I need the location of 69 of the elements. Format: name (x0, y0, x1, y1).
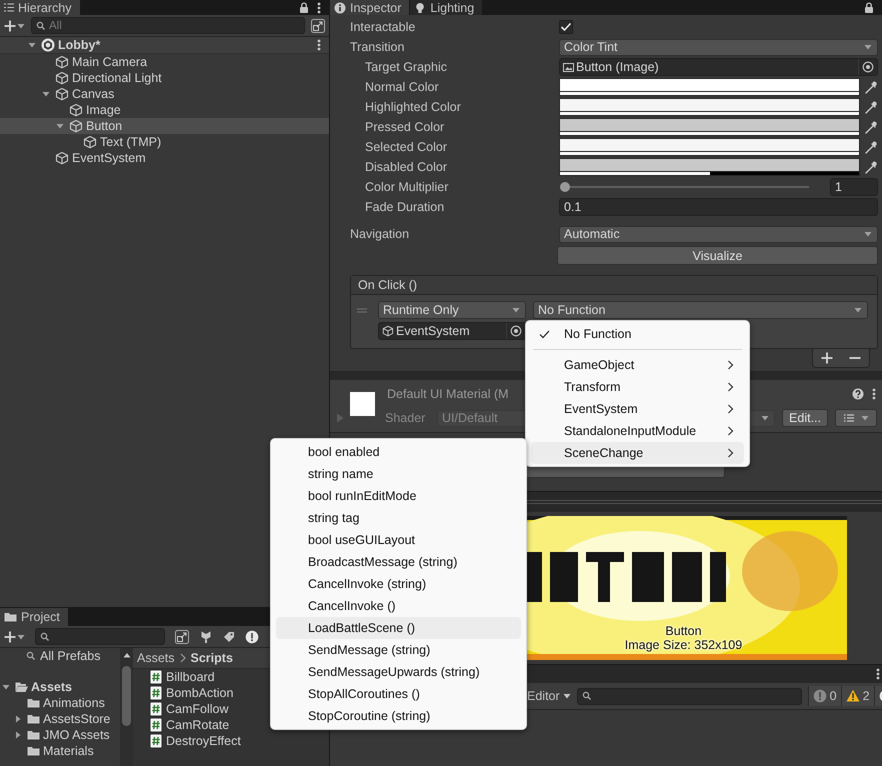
folder-item[interactable]: AssetsStore (0, 711, 120, 727)
breadcrumb-link[interactable]: Scripts (190, 651, 233, 665)
folder-item[interactable]: Assets (0, 679, 120, 695)
tree-item[interactable]: Canvas (0, 86, 329, 102)
menu-item[interactable]: EventSystem (531, 398, 744, 420)
field-label: Normal Color (364, 80, 440, 94)
file-item[interactable]: DestroyEffect (133, 733, 329, 749)
object-field[interactable]: EventSystem (378, 322, 526, 340)
menu-item[interactable]: No Function (531, 323, 744, 345)
menu-item[interactable]: bool useGUILayout (276, 529, 521, 551)
tree-item[interactable]: EventSystem (0, 150, 329, 166)
tree-item[interactable]: Text (TMP) (0, 134, 329, 150)
menu-item[interactable]: StopAllCoroutines () (276, 683, 521, 705)
tree-item[interactable]: Image (0, 102, 329, 118)
menu-item[interactable]: CancelInvoke () (276, 595, 521, 617)
menu-item[interactable]: CancelInvoke (string) (276, 573, 521, 595)
dropdown[interactable]: No Function (533, 301, 868, 319)
favorite-item[interactable]: All Prefabs (0, 648, 120, 664)
preview-caption: Button (665, 624, 702, 638)
menu-item[interactable]: StandaloneInputModule (531, 420, 744, 442)
editor-dropdown[interactable]: Editor (527, 689, 571, 703)
field-label: Navigation (349, 227, 410, 241)
menu-item[interactable]: SendMessageUpwards (string) (276, 661, 521, 683)
tree-item[interactable]: Main Camera (0, 54, 329, 70)
object-field[interactable]: Button (Image) (559, 58, 878, 76)
field-label: Selected Color (364, 140, 448, 154)
visualize-button[interactable]: Visualize (557, 246, 878, 265)
menu-item[interactable]: bool enabled (276, 441, 521, 463)
field-label: Shader (385, 411, 426, 425)
menu-item[interactable]: Transform (531, 376, 744, 398)
menu-item[interactable]: SendMessage (string) (276, 639, 521, 661)
field-label: Color Multiplier (364, 180, 450, 194)
menu-item[interactable]: BroadcastMessage (string) (276, 551, 521, 573)
dropdown[interactable]: Automatic (559, 226, 878, 242)
menu-item[interactable]: LoadBattleScene () (276, 617, 521, 639)
material-title: Default UI Material (M (387, 387, 509, 401)
panel-tab[interactable]: Lighting (410, 0, 484, 15)
menu-item[interactable]: string name (276, 463, 521, 485)
folder-item[interactable]: Materials (0, 743, 120, 759)
field-label: Fade Duration (364, 200, 446, 214)
field-label: Target Graphic (364, 60, 448, 74)
panel-tab[interactable]: Project (0, 608, 69, 626)
menu-item[interactable]: StopCoroutine (string) (276, 705, 521, 727)
panel-tab[interactable]: Hierarchy (0, 0, 80, 15)
edit-button[interactable]: Edit... (782, 409, 828, 427)
field-label: Interactable (349, 20, 416, 34)
menu-item[interactable]: SceneChange (531, 442, 744, 464)
number-field[interactable]: 0.1 (559, 198, 878, 216)
tree-item[interactable]: Directional Light (0, 70, 329, 86)
folder-item[interactable]: JMO Assets (0, 727, 120, 743)
field-label: Highlighted Color (364, 100, 462, 114)
menu-item[interactable]: bool runInEditMode (276, 485, 521, 507)
field-label: Transition (349, 40, 406, 54)
dropdown[interactable]: Runtime Only (378, 301, 526, 319)
menu-item[interactable]: string tag (276, 507, 521, 529)
dropdown[interactable]: Color Tint (559, 38, 878, 56)
tree-item[interactable]: Button (0, 118, 329, 134)
folder-item[interactable]: Animations (0, 695, 120, 711)
breadcrumb-link[interactable]: Assets (137, 651, 175, 665)
number-field[interactable]: 1 (830, 178, 878, 196)
counter-toggle[interactable]: 0 (808, 686, 841, 706)
counter-toggle[interactable]: 2 (840, 686, 874, 706)
menu-item[interactable]: GameObject (531, 354, 744, 376)
panel-tab[interactable]: Inspector (330, 0, 410, 15)
event-header: On Click () (351, 276, 877, 295)
image-size-label: Image Size: 352x109 (624, 638, 742, 652)
field-label: Pressed Color (364, 120, 446, 134)
field-label: Disabled Color (364, 160, 448, 174)
scene-row[interactable]: Lobby* (0, 37, 329, 54)
